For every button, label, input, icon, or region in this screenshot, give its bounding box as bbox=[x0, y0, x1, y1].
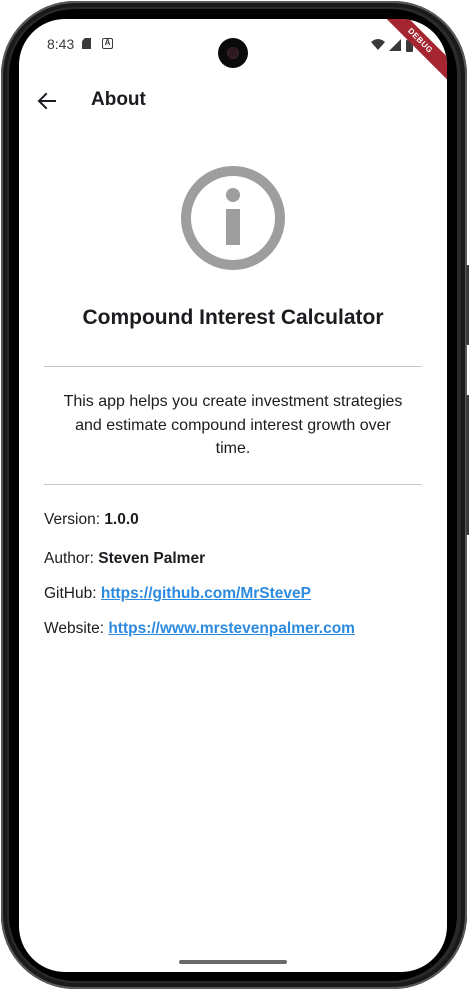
divider-top bbox=[44, 366, 422, 367]
version-row: Version: 1.0.0 bbox=[44, 511, 139, 529]
camera-cutout bbox=[218, 38, 248, 68]
debug-banner: DEBUG bbox=[375, 19, 447, 86]
app-bar: About bbox=[19, 81, 447, 121]
arrow-back-icon bbox=[37, 92, 56, 110]
back-button[interactable] bbox=[33, 87, 61, 115]
website-label: Website: bbox=[44, 620, 109, 637]
github-label: GitHub: bbox=[44, 585, 101, 602]
status-bar: 8:43 A DEBUG bbox=[19, 19, 447, 86]
app-description: This app helps you create investment str… bbox=[63, 393, 403, 457]
sd-card-icon bbox=[82, 38, 91, 49]
page-title: About bbox=[91, 89, 146, 110]
github-link[interactable]: https://github.com/MrSteveP bbox=[101, 585, 311, 602]
screen: 8:43 A DEBUG About Compound Interest Cal… bbox=[19, 19, 447, 972]
website-link[interactable]: https://www.mrstevenpalmer.com bbox=[108, 620, 355, 637]
status-time: 8:43 bbox=[47, 36, 75, 52]
author-row: Author: Steven Palmer bbox=[44, 550, 205, 568]
version-value: 1.0.0 bbox=[104, 511, 139, 528]
author-value: Steven Palmer bbox=[98, 550, 206, 567]
version-label: Version: bbox=[44, 511, 105, 528]
author-label: Author: bbox=[44, 550, 99, 567]
divider-bottom bbox=[44, 484, 422, 485]
website-row: Website: https://www.mrstevenpalmer.com bbox=[44, 620, 355, 638]
phone-frame: 8:43 A DEBUG About Compound Interest Cal… bbox=[0, 0, 469, 991]
signal-icon bbox=[389, 39, 401, 51]
a-icon: A bbox=[102, 38, 113, 49]
wifi-icon bbox=[371, 39, 385, 50]
info-circle-icon bbox=[181, 166, 285, 270]
github-row: GitHub: https://github.com/MrSteveP bbox=[44, 585, 311, 603]
app-name-heading: Compound Interest Calculator bbox=[82, 306, 384, 329]
home-indicator[interactable] bbox=[179, 960, 287, 964]
